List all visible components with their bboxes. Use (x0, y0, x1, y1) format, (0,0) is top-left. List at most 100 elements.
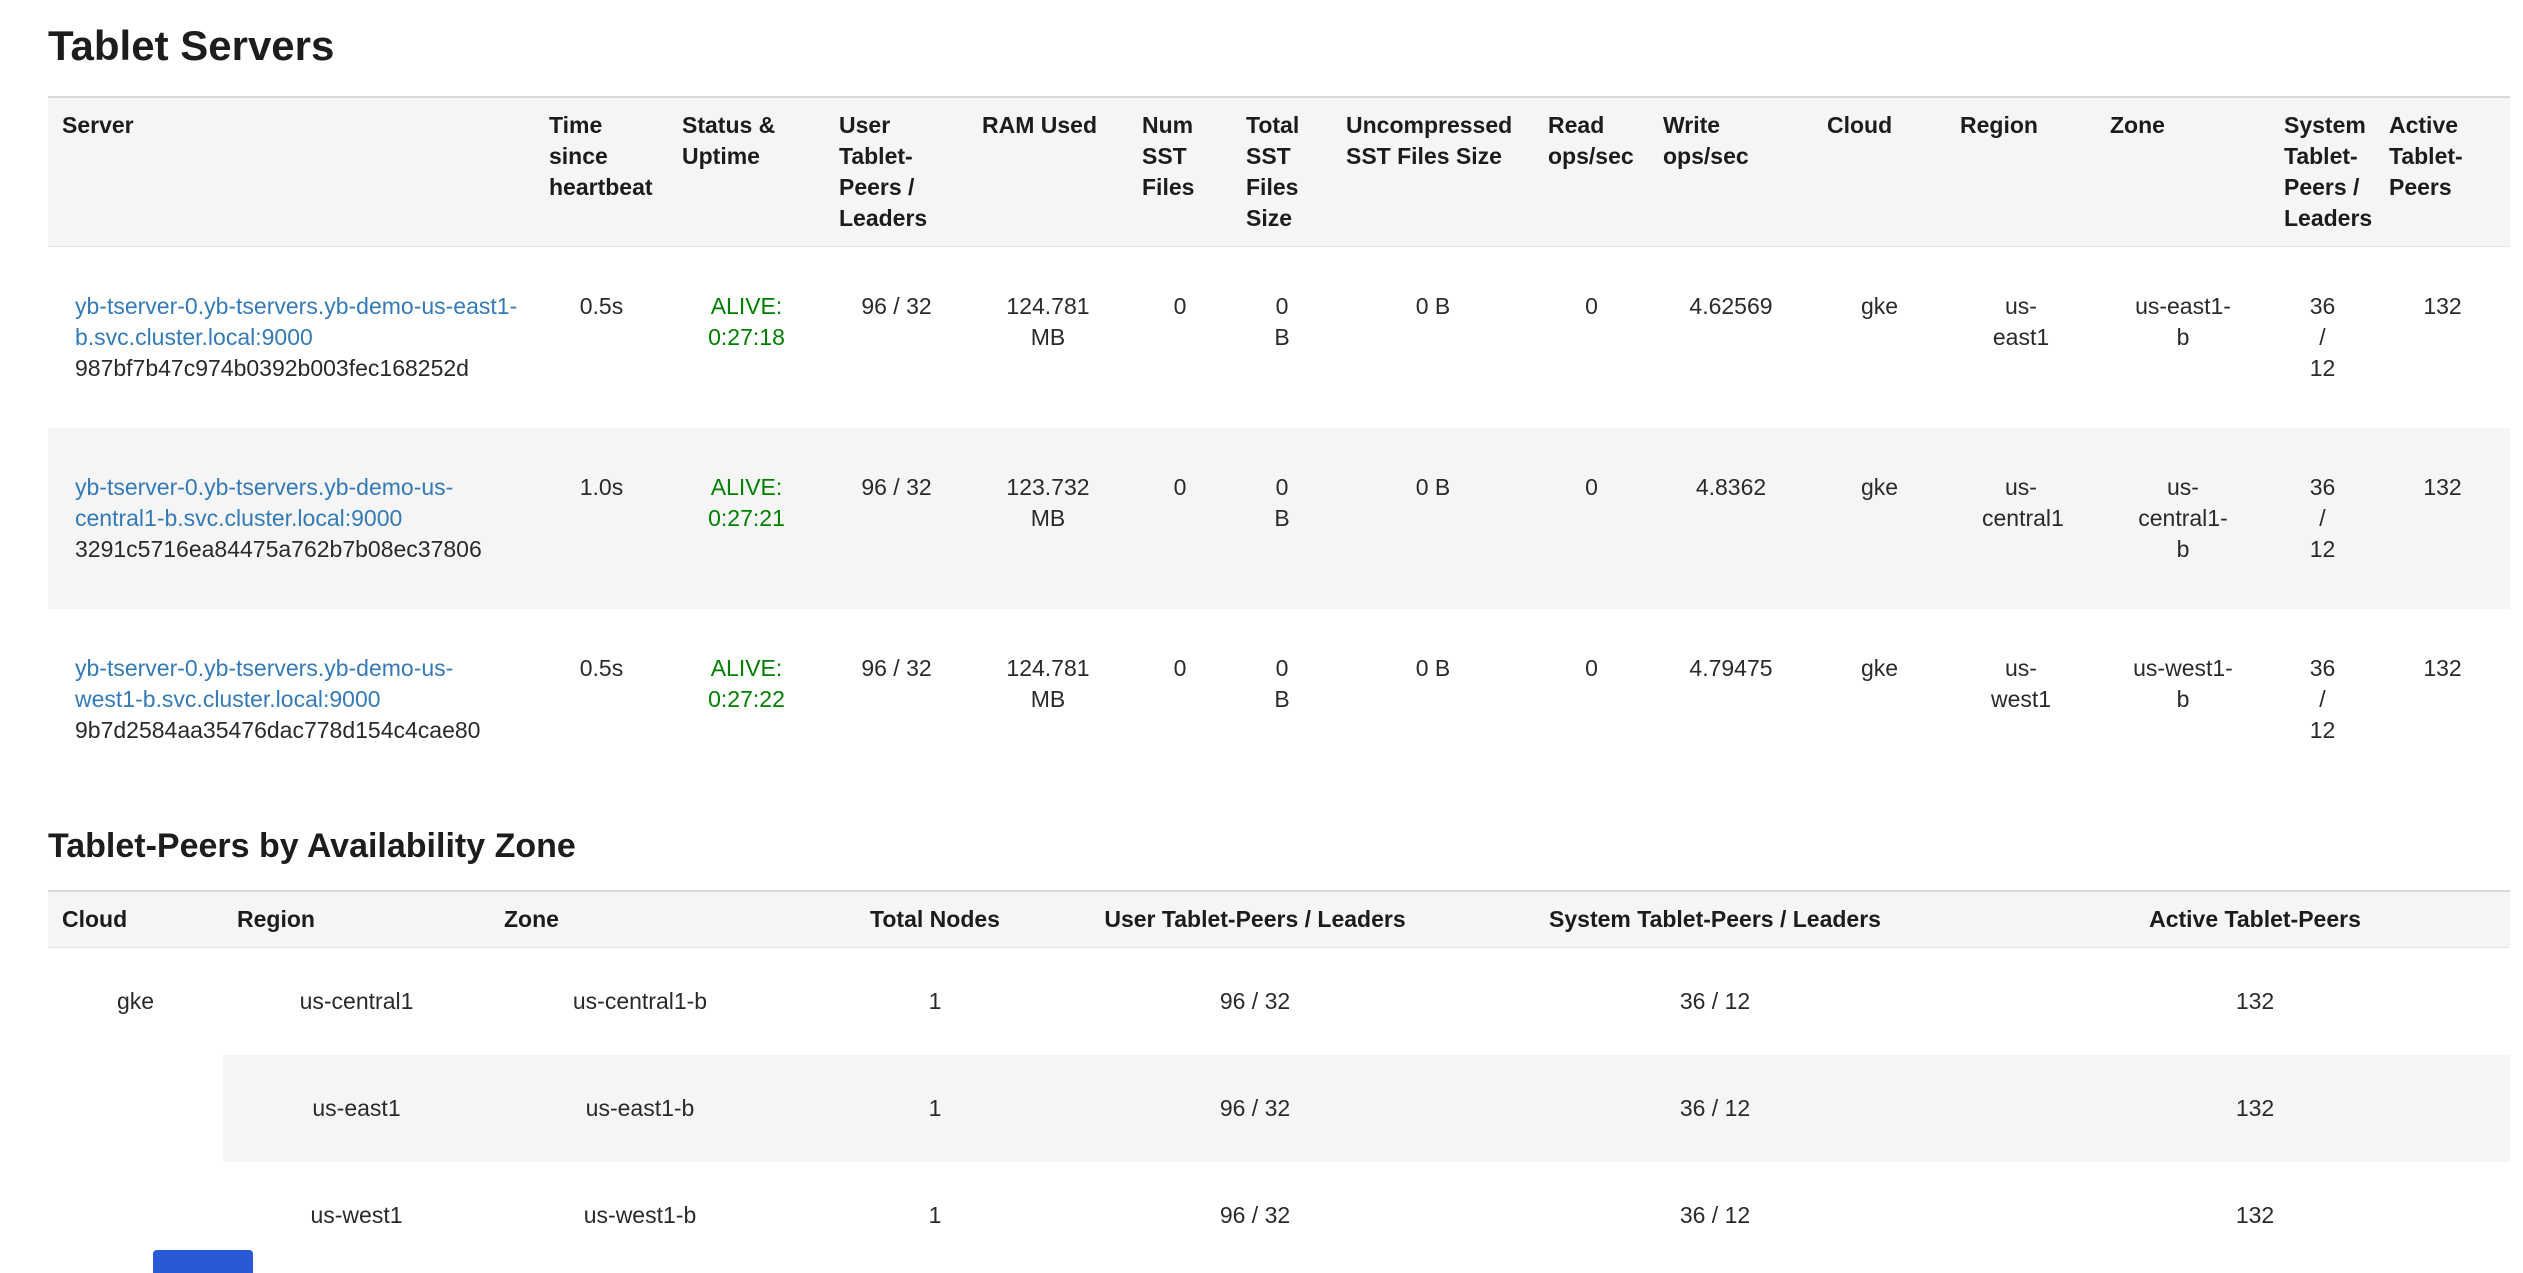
cell-uncompressed-sst-files-size: 0 B (1332, 609, 1534, 790)
cell-system-tablet-peers: 36 / 12 (2270, 247, 2375, 429)
az-row: gke us-central1 us-central1-b 1 96 / 32 … (48, 948, 2510, 1056)
col-header-uncompressed-sst-files-size: Uncompressed SST Files Size (1332, 97, 1534, 247)
cell-active-tablet-peers: 132 (2000, 1055, 2510, 1162)
cell-cloud: gke (1813, 428, 1946, 609)
cell-time-since-heartbeat: 1.0s (535, 428, 668, 609)
cell-system-tablet-peers: 36 / 12 (1430, 1055, 2000, 1162)
cell-total-sst-files-size: 0 B (1232, 247, 1332, 429)
cell-active-tablet-peers: 132 (2375, 609, 2510, 790)
col-header-active-tablet-peers: Active Tablet-Peers (2000, 891, 2510, 948)
tserver-address-link[interactable]: yb-tserver-0.yb-tservers.yb-demo-us-west… (75, 653, 521, 715)
cell-total-sst-files-size: 0 B (1232, 609, 1332, 790)
col-header-active-tablet-peers: Active Tablet-Peers (2375, 97, 2510, 247)
cell-server: yb-tserver-0.yb-tservers.yb-demo-us-cent… (48, 428, 535, 609)
cell-total-nodes: 1 (790, 1055, 1080, 1162)
cell-region: us-central1 (223, 948, 490, 1056)
col-header-zone: Zone (490, 891, 790, 948)
cell-total-sst-files-size: 0 B (1232, 428, 1332, 609)
tablet-peers-by-az-table: Cloud Region Zone Total Nodes User Table… (48, 890, 2510, 1269)
cell-zone: us-central1-b (2096, 428, 2270, 609)
cell-cloud: gke (1813, 247, 1946, 429)
cell-user-tablet-peers: 96 / 32 (1080, 1162, 1430, 1269)
cell-time-since-heartbeat: 0.5s (535, 609, 668, 790)
cell-active-tablet-peers: 132 (2000, 1162, 2510, 1269)
cell-system-tablet-peers: 36 / 12 (2270, 428, 2375, 609)
cell-system-tablet-peers: 36 / 12 (1430, 948, 2000, 1056)
col-header-server: Server (48, 97, 535, 247)
alive-status-text: ALIVE: 0:27:21 (708, 474, 785, 531)
bottom-partial-blue-element (153, 1250, 253, 1273)
tserver-address-link[interactable]: yb-tserver-0.yb-tservers.yb-demo-us-east… (75, 291, 521, 353)
col-header-cloud: Cloud (48, 891, 223, 948)
cell-active-tablet-peers: 132 (2000, 948, 2510, 1056)
col-header-system-tablet-peers: System Tablet-Peers / Leaders (2270, 97, 2375, 247)
cell-write-ops: 4.79475 (1649, 609, 1813, 790)
tserver-address-link[interactable]: yb-tserver-0.yb-tservers.yb-demo-us-cent… (75, 472, 521, 534)
cell-zone: us-east1-b (490, 1055, 790, 1162)
cell-write-ops: 4.62569 (1649, 247, 1813, 429)
col-header-region: Region (223, 891, 490, 948)
cell-region: us-central1 (1946, 428, 2096, 609)
col-header-total-sst-files-size: Total SST Files Size (1232, 97, 1332, 247)
cell-system-tablet-peers: 36 / 12 (1430, 1162, 2000, 1269)
cell-uncompressed-sst-files-size: 0 B (1332, 428, 1534, 609)
cell-zone: us-east1-b (2096, 247, 2270, 429)
tserver-row: yb-tserver-0.yb-tservers.yb-demo-us-east… (48, 247, 2510, 429)
cell-status-uptime: ALIVE: 0:27:18 (668, 247, 825, 429)
cell-server: yb-tserver-0.yb-tservers.yb-demo-us-west… (48, 609, 535, 790)
cell-total-nodes: 1 (790, 948, 1080, 1056)
alive-status-text: ALIVE: 0:27:22 (708, 655, 785, 712)
az-header-row: Cloud Region Zone Total Nodes User Table… (48, 891, 2510, 948)
cell-read-ops: 0 (1534, 247, 1649, 429)
tablet-servers-table: Server Time since heartbeat Status & Upt… (48, 96, 2510, 790)
cell-region: us-west1 (1946, 609, 2096, 790)
cell-user-tablet-peers: 96 / 32 (825, 428, 968, 609)
col-header-num-sst-files: Num SST Files (1128, 97, 1232, 247)
cell-status-uptime: ALIVE: 0:27:21 (668, 428, 825, 609)
cell-num-sst-files: 0 (1128, 428, 1232, 609)
cell-status-uptime: ALIVE: 0:27:22 (668, 609, 825, 790)
cell-zone: us-central1-b (490, 948, 790, 1056)
col-header-write-ops: Write ops/sec (1649, 97, 1813, 247)
col-header-system-tablet-peers: System Tablet-Peers / Leaders (1430, 891, 2000, 948)
cell-server: yb-tserver-0.yb-tservers.yb-demo-us-east… (48, 247, 535, 429)
tablet-servers-header-row: Server Time since heartbeat Status & Upt… (48, 97, 2510, 247)
col-header-status-uptime: Status & Uptime (668, 97, 825, 247)
col-header-cloud: Cloud (1813, 97, 1946, 247)
tablet-servers-title: Tablet Servers (48, 22, 2510, 70)
cell-uncompressed-sst-files-size: 0 B (1332, 247, 1534, 429)
cell-user-tablet-peers: 96 / 32 (825, 247, 968, 429)
tserver-uuid: 987bf7b47c974b0392b003fec168252d (75, 353, 521, 384)
col-header-total-nodes: Total Nodes (790, 891, 1080, 948)
cell-system-tablet-peers: 36 / 12 (2270, 609, 2375, 790)
cell-read-ops: 0 (1534, 428, 1649, 609)
cell-active-tablet-peers: 132 (2375, 428, 2510, 609)
cell-user-tablet-peers: 96 / 32 (1080, 948, 1430, 1056)
cell-region: us-east1 (223, 1055, 490, 1162)
cell-num-sst-files: 0 (1128, 247, 1232, 429)
cell-zone: us-west1-b (490, 1162, 790, 1269)
tserver-uuid: 3291c5716ea84475a762b7b08ec37806 (75, 534, 521, 565)
cell-region: us-west1 (223, 1162, 490, 1269)
cell-ram-used: 123.732 MB (968, 428, 1128, 609)
cell-total-nodes: 1 (790, 1162, 1080, 1269)
col-header-time-since-heartbeat: Time since heartbeat (535, 97, 668, 247)
col-header-read-ops: Read ops/sec (1534, 97, 1649, 247)
cell-read-ops: 0 (1534, 609, 1649, 790)
tserver-row: yb-tserver-0.yb-tservers.yb-demo-us-west… (48, 609, 2510, 790)
tserver-row: yb-tserver-0.yb-tservers.yb-demo-us-cent… (48, 428, 2510, 609)
cell-zone: us-west1-b (2096, 609, 2270, 790)
cell-cloud: gke (1813, 609, 1946, 790)
cell-ram-used: 124.781 MB (968, 609, 1128, 790)
tserver-uuid: 9b7d2584aa35476dac778d154c4cae80 (75, 715, 521, 746)
cell-region: us-east1 (1946, 247, 2096, 429)
cell-num-sst-files: 0 (1128, 609, 1232, 790)
cell-write-ops: 4.8362 (1649, 428, 1813, 609)
alive-status-text: ALIVE: 0:27:18 (708, 293, 785, 350)
col-header-user-tablet-peers: User Tablet-Peers / Leaders (825, 97, 968, 247)
col-header-zone: Zone (2096, 97, 2270, 247)
az-row: us-west1 us-west1-b 1 96 / 32 36 / 12 13… (48, 1162, 2510, 1269)
col-header-ram-used: RAM Used (968, 97, 1128, 247)
cell-user-tablet-peers: 96 / 32 (1080, 1055, 1430, 1162)
az-row: us-east1 us-east1-b 1 96 / 32 36 / 12 13… (48, 1055, 2510, 1162)
